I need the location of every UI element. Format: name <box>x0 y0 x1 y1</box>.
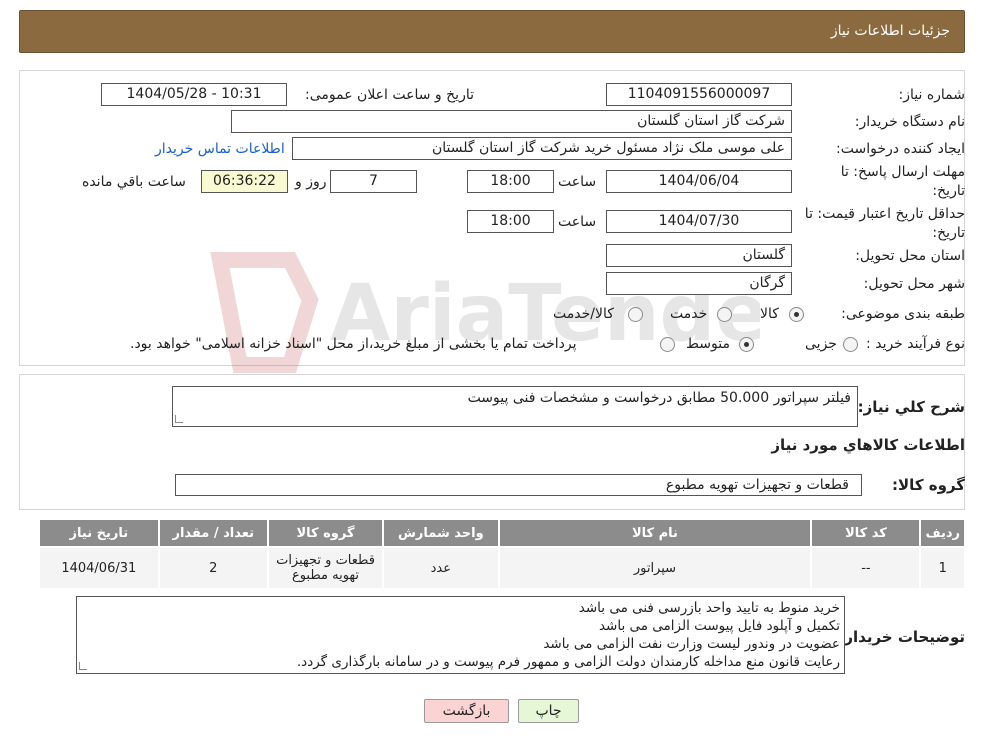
category-option-service: خدمت <box>670 306 708 322</box>
validity-label-line2: تاریخ: <box>932 225 965 241</box>
announce-label: تاریخ و ساعت اعلان عمومی: <box>305 87 474 103</box>
cell-item-code: -- <box>810 546 922 590</box>
cell-unit: عدد <box>382 546 500 590</box>
process-option-minor: جزیی <box>805 336 837 352</box>
process-radio-minor[interactable] <box>843 337 858 352</box>
buyer-note-line: عضویت در وندور لیست وزارت نفت الزامی می … <box>543 636 840 652</box>
province-field: گلستان <box>606 244 792 267</box>
validity-date-field: 1404/07/30 <box>606 210 792 233</box>
province-label: استان محل تحویل: <box>855 248 965 264</box>
validity-time-field: 18:00 <box>467 210 554 233</box>
description-label: شرح کلي نياز: <box>857 398 965 416</box>
goods-table: رديف کد کالا نام کالا واحد شمارش گروه کا… <box>38 518 966 590</box>
page-header: جزئیات اطلاعات نیاز <box>19 10 965 53</box>
need-number-label: شماره نیاز: <box>898 87 966 103</box>
col-need-date: تاريخ نياز <box>38 518 160 548</box>
buyer-org-field: شرکت گاز استان گلستان <box>231 110 792 133</box>
process-option-medium: متوسط <box>686 336 730 352</box>
need-number-field: 1104091556000097 <box>606 83 792 106</box>
buyer-note-line: رعایت قانون منع مداخله کارمندان دولت الز… <box>296 654 840 670</box>
col-item-name: نام کالا <box>497 518 813 548</box>
page-title: جزئیات اطلاعات نیاز <box>830 23 950 39</box>
process-label: نوع فرآیند خرید : <box>866 336 965 352</box>
days-label: روز و <box>295 174 327 190</box>
buyer-note-line: خرید منوط به تایید واحد بازرسی فنی می با… <box>578 600 840 616</box>
announce-field: 1404/05/28 - 10:31 <box>101 83 287 106</box>
cell-item-group: قطعات و تجهیزات تهویه مطبوع <box>266 546 385 590</box>
category-radio-goods[interactable] <box>789 307 804 322</box>
goods-group-field: قطعات و تجهیزات تهویه مطبوع <box>175 474 862 496</box>
cell-need-date: 1404/06/31 <box>38 546 160 590</box>
deadline-time-field: 18:00 <box>467 170 554 193</box>
buyer-org-label: نام دستگاه خریدار: <box>854 114 965 130</box>
deadline-date-field: 1404/06/04 <box>606 170 792 193</box>
validity-time-label: ساعت <box>558 214 597 230</box>
remaining-time-label: ساعت باقي مانده <box>82 174 186 190</box>
category-label: طبقه بندی موضوعی: <box>841 306 965 322</box>
col-item-code: کد کالا <box>810 518 922 548</box>
goods-section-title: اطلاعات کالاهاي مورد نياز <box>771 436 965 454</box>
table-header-row: رديف کد کالا نام کالا واحد شمارش گروه کا… <box>38 518 966 548</box>
requester-label: ایجاد کننده درخواست: <box>836 141 965 157</box>
deadline-time-label: ساعت <box>558 174 597 190</box>
deadline-label-line2: تاریخ: <box>932 183 965 199</box>
col-quantity: تعداد / مقدار <box>157 518 269 548</box>
col-row-number: رديف <box>919 518 966 548</box>
resize-grip-icon[interactable] <box>79 662 87 670</box>
treasury-checkbox[interactable] <box>660 337 675 352</box>
buyer-notes-field: خرید منوط به تایید واحد بازرسی فنی می با… <box>76 596 845 674</box>
category-radio-goods-service[interactable] <box>628 307 643 322</box>
category-option-goods: کالا <box>760 306 779 322</box>
city-label: شهر محل تحویل: <box>863 276 965 292</box>
cell-quantity: 2 <box>157 546 269 590</box>
cell-item-name: سپراتور <box>497 546 813 590</box>
remaining-time-field: 06:36:22 <box>201 170 288 193</box>
category-option-goods-service: کالا/خدمت <box>553 306 614 322</box>
process-radio-medium[interactable] <box>739 337 754 352</box>
col-unit: واحد شمارش <box>382 518 500 548</box>
table-row: 1 -- سپراتور عدد قطعات و تجهیزات تهویه م… <box>38 546 966 590</box>
description-field: فیلتر سپراتور 50.000 مطابق درخواست و مشخ… <box>172 386 858 427</box>
days-field: 7 <box>330 170 417 193</box>
buyer-note-line: تکمیل و آپلود فایل پیوست الزامی می باشد <box>598 618 840 634</box>
resize-grip-icon[interactable] <box>175 415 183 423</box>
description-text: فیلتر سپراتور 50.000 مطابق درخواست و مشخ… <box>467 390 851 406</box>
requester-field: علی موسی ملک نژاد مسئول خرید شرکت گاز اس… <box>292 137 792 160</box>
buyer-notes-label: توضيحات خريدار: <box>838 628 965 646</box>
validity-label-line1: حداقل تاریخ اعتبار قیمت: تا <box>804 206 965 222</box>
city-field: گرگان <box>606 272 792 295</box>
deadline-label-line1: مهلت ارسال پاسخ: تا <box>840 164 965 180</box>
col-item-group: گروه کالا <box>266 518 385 548</box>
cell-row-number: 1 <box>919 546 966 590</box>
goods-group-label: گروه کالا: <box>892 476 965 494</box>
process-note: پرداخت تمام یا بخشی از مبلغ خرید،از محل … <box>130 336 577 352</box>
buyer-contact-link[interactable]: اطلاعات تماس خریدار <box>155 141 285 157</box>
category-radio-service[interactable] <box>717 307 732 322</box>
print-button[interactable]: چاپ <box>518 699 579 723</box>
back-button[interactable]: بازگشت <box>424 699 509 723</box>
